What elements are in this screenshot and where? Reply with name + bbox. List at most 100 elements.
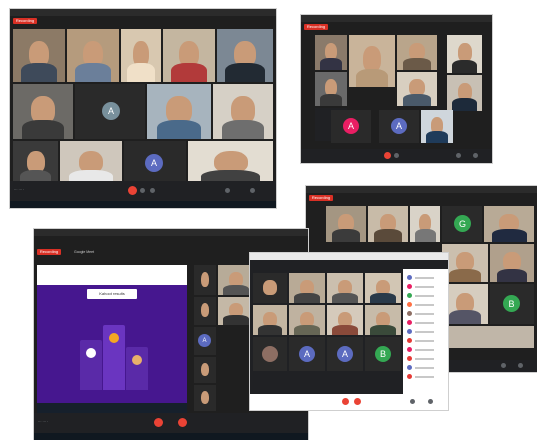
participant-row[interactable] bbox=[407, 338, 444, 343]
participant-tile[interactable] bbox=[326, 206, 366, 242]
participant-tile[interactable]: G bbox=[442, 206, 482, 242]
participant-row[interactable] bbox=[407, 284, 444, 289]
participant-tile[interactable] bbox=[447, 35, 482, 73]
participant-avatar: A bbox=[198, 334, 211, 347]
chat-icon[interactable] bbox=[473, 153, 478, 158]
participant-row[interactable] bbox=[407, 302, 444, 307]
podium-first bbox=[103, 325, 125, 390]
participant-tile[interactable] bbox=[421, 110, 453, 143]
participant-avatar: G bbox=[454, 215, 471, 232]
chat-icon[interactable] bbox=[250, 188, 255, 193]
participant-tile[interactable] bbox=[194, 357, 216, 383]
browser-titlebar bbox=[250, 253, 448, 260]
shared-screen: Kahoot results bbox=[37, 265, 187, 415]
end-call-icon[interactable] bbox=[342, 398, 349, 405]
meeting-controls-bar bbox=[250, 394, 448, 410]
participant-tile[interactable] bbox=[213, 84, 273, 139]
participant-row[interactable] bbox=[407, 329, 444, 334]
mic-icon[interactable] bbox=[394, 153, 399, 158]
participant-tile[interactable] bbox=[253, 337, 287, 371]
participant-tile[interactable] bbox=[315, 72, 347, 106]
end-call-icon[interactable] bbox=[128, 186, 137, 195]
participant-tile[interactable] bbox=[410, 206, 440, 242]
meeting-controls-bar: ··· ··· · bbox=[10, 181, 276, 201]
mic-off-icon[interactable] bbox=[354, 398, 361, 405]
meeting-info: ··· ··· · bbox=[14, 188, 25, 192]
mic-icon[interactable] bbox=[140, 188, 145, 193]
participant-tile[interactable] bbox=[368, 206, 408, 242]
participant-tile[interactable] bbox=[442, 244, 488, 282]
people-icon[interactable] bbox=[501, 363, 506, 368]
participant-tile[interactable] bbox=[484, 206, 534, 242]
participant-row[interactable] bbox=[407, 311, 444, 316]
participant-tile[interactable] bbox=[194, 385, 216, 411]
people-icon[interactable] bbox=[225, 188, 230, 193]
participant-tile[interactable] bbox=[447, 75, 482, 111]
participant-row[interactable] bbox=[407, 356, 444, 361]
participant-avatar: A bbox=[391, 118, 407, 134]
participant-tile[interactable] bbox=[13, 141, 58, 186]
participant-tile[interactable] bbox=[121, 29, 161, 82]
end-call-icon[interactable] bbox=[154, 418, 163, 427]
participant-tile[interactable] bbox=[13, 84, 73, 139]
people-icon[interactable] bbox=[410, 399, 415, 404]
participant-tile[interactable]: A bbox=[327, 337, 363, 371]
browser-titlebar bbox=[306, 186, 537, 193]
participant-tile[interactable] bbox=[253, 305, 287, 335]
quiz-title: Kahoot results bbox=[87, 289, 137, 299]
participant-tile[interactable]: A bbox=[75, 84, 145, 139]
meeting-screenshot-a: Recording A A ··· ··· · bbox=[10, 9, 276, 208]
camera-icon[interactable] bbox=[150, 188, 155, 193]
participant-tile[interactable] bbox=[397, 72, 437, 106]
participant-tile[interactable]: A bbox=[379, 110, 419, 143]
participant-tile[interactable] bbox=[349, 35, 395, 87]
participant-tile[interactable] bbox=[217, 29, 273, 82]
participant-tile[interactable]: B bbox=[365, 337, 401, 371]
participant-row[interactable] bbox=[407, 320, 444, 325]
participant-row[interactable] bbox=[407, 347, 444, 352]
participant-tile[interactable] bbox=[327, 273, 363, 303]
participant-tile[interactable] bbox=[442, 326, 534, 348]
podium-second bbox=[80, 340, 102, 390]
end-call-icon[interactable] bbox=[384, 152, 391, 159]
meeting-info: ··· ··· · bbox=[38, 420, 49, 424]
participant-avatar: B bbox=[375, 346, 391, 362]
meeting-title: Google Meet bbox=[74, 250, 95, 254]
participant-row[interactable] bbox=[407, 293, 444, 298]
participant-tile[interactable] bbox=[397, 35, 437, 70]
participant-tile[interactable] bbox=[194, 265, 216, 295]
participant-tile[interactable] bbox=[365, 273, 401, 303]
mic-off-icon[interactable] bbox=[178, 418, 187, 427]
participant-tile[interactable] bbox=[163, 29, 215, 82]
participant-tile[interactable] bbox=[194, 297, 216, 325]
participant-tile[interactable] bbox=[315, 35, 347, 70]
participant-tile[interactable] bbox=[60, 141, 122, 186]
chat-icon[interactable] bbox=[518, 363, 523, 368]
browser-titlebar bbox=[10, 9, 276, 16]
participant-tile[interactable]: A bbox=[194, 327, 216, 355]
participant-tile[interactable] bbox=[365, 305, 401, 335]
participant-tile[interactable] bbox=[13, 29, 65, 82]
participant-tile[interactable]: A bbox=[331, 110, 371, 143]
participant-tile[interactable] bbox=[289, 273, 325, 303]
participant-row[interactable] bbox=[407, 374, 444, 379]
participant-tile[interactable] bbox=[188, 141, 273, 186]
recording-badge: Recording bbox=[13, 18, 37, 24]
participant-tile[interactable] bbox=[490, 244, 534, 282]
participant-tile[interactable] bbox=[289, 305, 325, 335]
participant-tile[interactable] bbox=[67, 29, 119, 82]
participant-tile[interactable] bbox=[147, 84, 211, 139]
meeting-screenshot-e: A A B bbox=[250, 253, 448, 410]
people-icon[interactable] bbox=[456, 153, 461, 158]
participant-row[interactable] bbox=[407, 365, 444, 370]
participant-tile[interactable]: A bbox=[124, 141, 186, 186]
participant-tile[interactable] bbox=[218, 265, 254, 295]
chat-icon[interactable] bbox=[428, 399, 433, 404]
participant-tile[interactable] bbox=[253, 273, 287, 303]
participant-row[interactable] bbox=[407, 275, 444, 280]
participant-tile[interactable]: A bbox=[289, 337, 325, 371]
participant-tile[interactable]: B bbox=[490, 284, 534, 324]
participant-tile[interactable] bbox=[218, 297, 254, 325]
participant-tile[interactable] bbox=[442, 284, 488, 324]
participant-tile[interactable] bbox=[327, 305, 363, 335]
